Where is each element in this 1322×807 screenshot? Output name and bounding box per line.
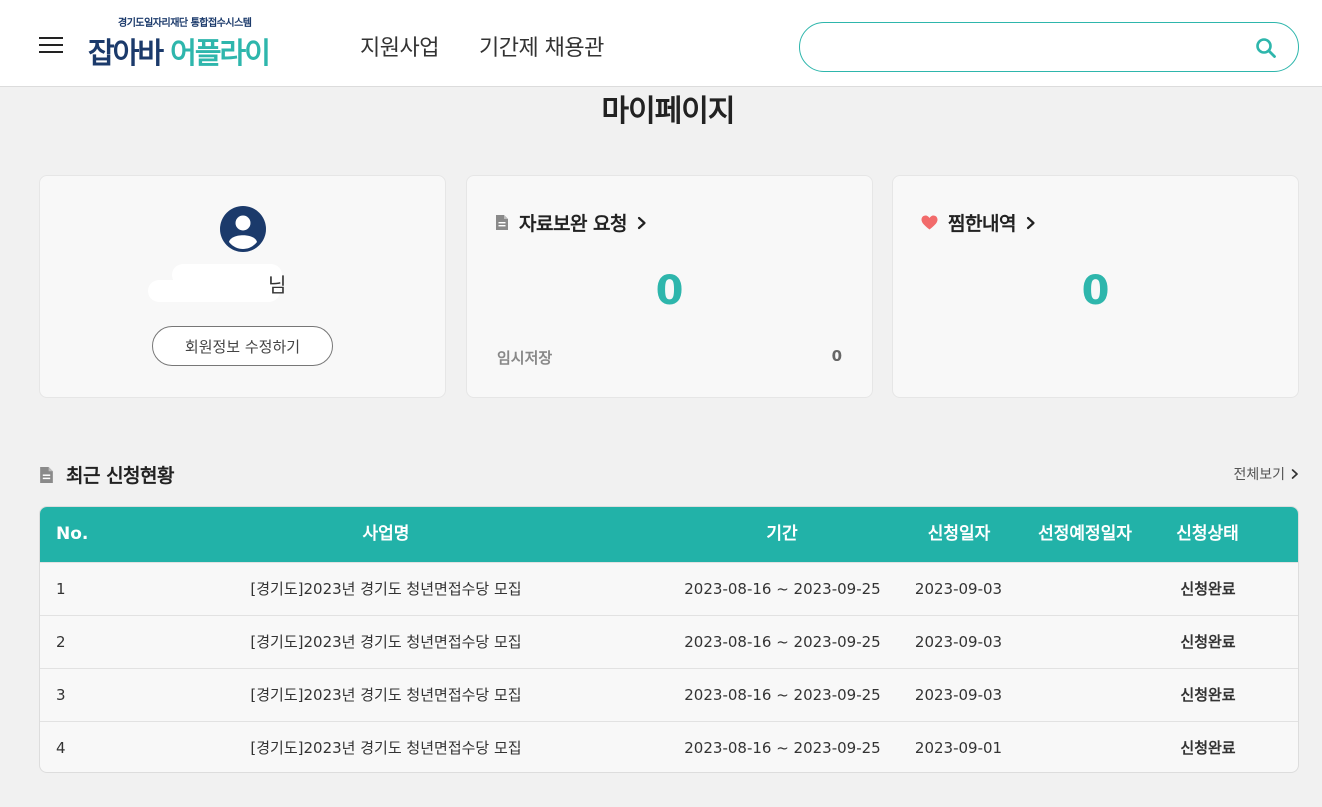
document-icon bbox=[40, 466, 53, 483]
cell-selection-date bbox=[1030, 669, 1140, 722]
view-all-label: 전체보기 bbox=[1233, 467, 1285, 483]
cell-status: 신청완료 bbox=[1180, 580, 1236, 598]
profile-card: 님 회원정보 수정하기 bbox=[39, 175, 446, 398]
recent-applications-title: 최근 신청현황 bbox=[66, 465, 175, 487]
favorites-link[interactable]: 찜한내역 bbox=[921, 209, 1036, 236]
name-suffix: 님 bbox=[268, 273, 287, 297]
cell-apply-date: 2023-09-03 bbox=[914, 633, 1003, 651]
column-header-period: 기간 bbox=[766, 524, 798, 544]
cell-apply-date: 2023-09-03 bbox=[914, 686, 1003, 704]
logo[interactable]: 경기도일자리재단 통합접수시스템 잡아바 어플라이 bbox=[88, 12, 303, 70]
supplement-request-link[interactable]: 자료보완 요청 bbox=[495, 209, 647, 236]
search-input[interactable] bbox=[820, 33, 1240, 61]
user-avatar-icon bbox=[220, 206, 266, 252]
favorites-card: 찜한내역 0 bbox=[892, 175, 1299, 398]
temp-save-count: 0 bbox=[831, 347, 842, 365]
table-row[interactable]: 1 [경기도]2023년 경기도 청년면접수당 모집 2023-08-16 ~ … bbox=[40, 562, 1298, 615]
column-header-program-name: 사업명 bbox=[362, 524, 410, 544]
favorites-count: 0 bbox=[1081, 268, 1110, 314]
supplement-request-title: 자료보완 요청 bbox=[519, 213, 628, 235]
cell-period: 2023-08-16 ~ 2023-09-25 bbox=[684, 686, 881, 704]
cell-status: 신청완료 bbox=[1180, 633, 1236, 651]
table-row[interactable]: 3 [경기도]2023년 경기도 청년면접수당 모집 2023-08-16 ~ … bbox=[40, 668, 1298, 721]
cell-no: 4 bbox=[56, 739, 66, 757]
chevron-right-icon bbox=[1026, 216, 1035, 229]
cell-selection-date bbox=[1030, 722, 1140, 772]
username: 님 bbox=[148, 264, 338, 304]
column-header-selection-date: 선정예정일자 bbox=[1038, 524, 1132, 544]
cell-program-name[interactable]: [경기도]2023년 경기도 청년면접수당 모집 bbox=[186, 616, 586, 669]
column-header-status: 신청상태 bbox=[1176, 524, 1239, 544]
cell-selection-date bbox=[1030, 563, 1140, 616]
cell-program-name[interactable]: [경기도]2023년 경기도 청년면접수당 모집 bbox=[186, 563, 586, 616]
logo-subtitle: 경기도일자리재단 통합접수시스템 bbox=[118, 18, 252, 29]
cell-no: 2 bbox=[56, 633, 66, 651]
search-box bbox=[799, 22, 1299, 72]
nav-support-programs[interactable]: 지원사업 bbox=[360, 30, 439, 62]
edit-profile-button[interactable]: 회원정보 수정하기 bbox=[152, 326, 333, 366]
supplement-request-count: 0 bbox=[655, 268, 684, 314]
document-icon bbox=[496, 215, 508, 230]
table-row[interactable]: 4 [경기도]2023년 경기도 청년면접수당 모집 2023-08-16 ~ … bbox=[40, 721, 1298, 772]
chevron-right-icon bbox=[637, 216, 646, 229]
logo-title: 잡아바 어플라이 bbox=[88, 30, 271, 72]
favorites-title: 찜한내역 bbox=[948, 213, 1016, 235]
table-row[interactable]: 2 [경기도]2023년 경기도 청년면접수당 모집 2023-08-16 ~ … bbox=[40, 615, 1298, 668]
cell-no: 3 bbox=[56, 686, 66, 704]
masked-name bbox=[148, 280, 280, 302]
logo-title-part1: 잡아바 bbox=[88, 36, 164, 70]
cell-no: 1 bbox=[56, 580, 66, 598]
view-all-link[interactable]: 전체보기 bbox=[1233, 464, 1299, 484]
supplement-request-card: 자료보완 요청 0 임시저장 0 bbox=[466, 175, 873, 398]
header: 경기도일자리재단 통합접수시스템 잡아바 어플라이 지원사업 기간제 채용관 bbox=[0, 0, 1322, 87]
cell-apply-date: 2023-09-03 bbox=[914, 580, 1003, 598]
table-header: No. 사업명 기간 신청일자 선정예정일자 신청상태 bbox=[40, 507, 1298, 562]
cell-status: 신청완료 bbox=[1180, 739, 1236, 757]
search-icon[interactable] bbox=[1254, 36, 1278, 60]
cell-apply-date: 2023-09-01 bbox=[914, 739, 1003, 757]
main-nav: 지원사업 기간제 채용관 bbox=[360, 30, 604, 62]
recent-applications-table: No. 사업명 기간 신청일자 선정예정일자 신청상태 1 [경기도]2023년… bbox=[39, 506, 1299, 773]
cell-selection-date bbox=[1030, 616, 1140, 669]
page-title: 마이페이지 bbox=[601, 94, 736, 129]
cell-period: 2023-08-16 ~ 2023-09-25 bbox=[684, 580, 881, 598]
cell-status: 신청완료 bbox=[1180, 686, 1236, 704]
menu-icon[interactable] bbox=[39, 37, 63, 55]
chevron-right-icon bbox=[1291, 469, 1298, 479]
temp-save-label: 임시저장 bbox=[497, 349, 553, 367]
cell-program-name[interactable]: [경기도]2023년 경기도 청년면접수당 모집 bbox=[186, 669, 586, 722]
column-header-apply-date: 신청일자 bbox=[927, 524, 991, 544]
nav-fixed-term-jobs[interactable]: 기간제 채용관 bbox=[479, 30, 604, 62]
cell-period: 2023-08-16 ~ 2023-09-25 bbox=[684, 739, 881, 757]
recent-applications-heading: 최근 신청현황 bbox=[39, 461, 175, 488]
heart-icon bbox=[921, 215, 938, 230]
column-header-no: No. bbox=[56, 524, 89, 544]
cell-period: 2023-08-16 ~ 2023-09-25 bbox=[684, 633, 881, 651]
logo-title-part2: 어플라이 bbox=[170, 36, 271, 70]
cell-program-name[interactable]: [경기도]2023년 경기도 청년면접수당 모집 bbox=[186, 722, 586, 772]
